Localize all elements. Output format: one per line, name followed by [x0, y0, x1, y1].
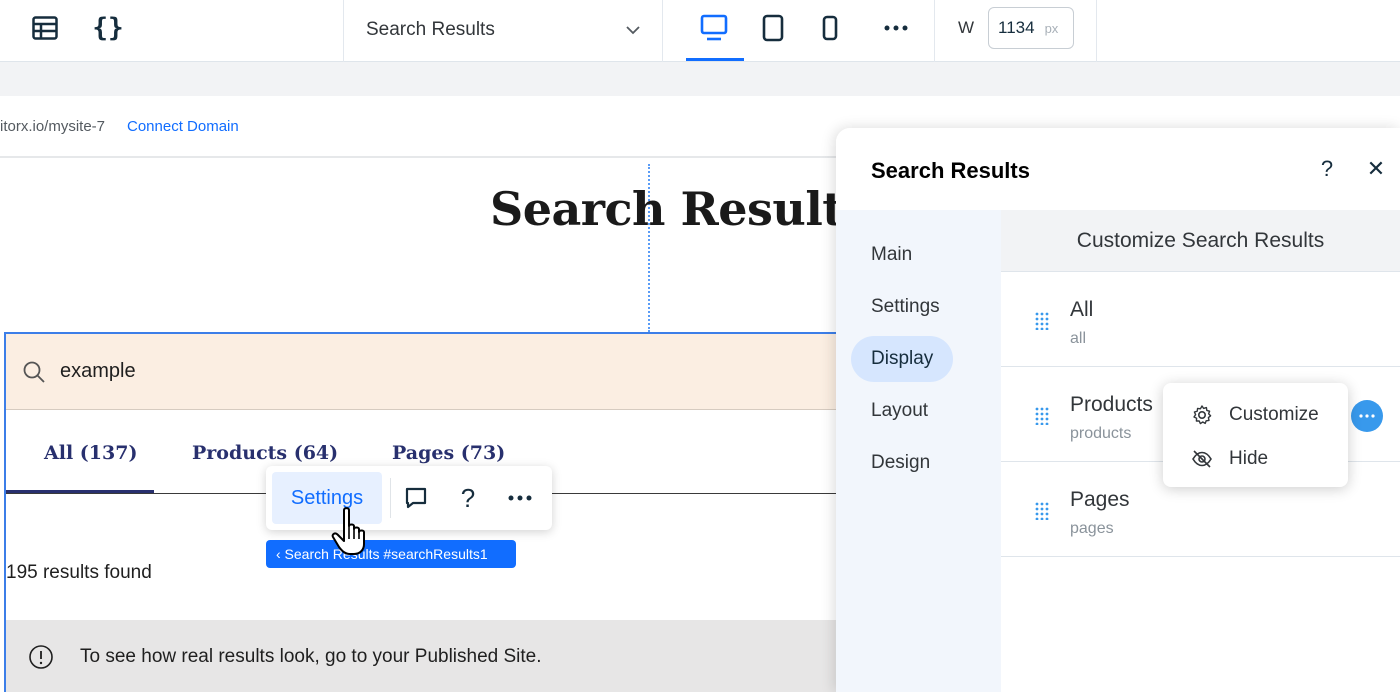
list-item-sub: all: [1070, 330, 1087, 347]
width-value: 1134: [998, 18, 1035, 37]
toolbar-divider: [343, 0, 344, 62]
nav-item-design[interactable]: Design: [851, 440, 953, 486]
help-button[interactable]: ?: [450, 480, 486, 516]
notice-text: To see how real results look, go to your…: [80, 646, 542, 667]
panel-close-button[interactable]: ✕: [1361, 154, 1391, 184]
device-active-indicator: [686, 58, 744, 61]
more-icon: [1359, 414, 1375, 418]
list-item-all[interactable]: All all: [1001, 272, 1400, 367]
eye-off-icon: [1191, 448, 1213, 470]
drag-handle-icon[interactable]: [1035, 502, 1049, 520]
comment-icon[interactable]: [398, 480, 434, 516]
list-item-name: Pages: [1070, 488, 1130, 511]
list-item-sub: pages: [1070, 520, 1114, 537]
page-select-label: Search Results: [366, 19, 495, 40]
nav-item-display[interactable]: Display: [851, 336, 953, 382]
toolbar-divider: [1096, 0, 1097, 62]
drag-handle-icon[interactable]: [1035, 407, 1049, 425]
menu-item-label: Hide: [1229, 448, 1269, 469]
tab-pages[interactable]: Pages (73): [392, 442, 505, 464]
nav-item-main[interactable]: Main: [851, 232, 953, 278]
site-url: itorx.io/mysite-7: [0, 118, 106, 135]
preview-notice: To see how real results look, go to your…: [6, 620, 836, 692]
mobile-icon[interactable]: [812, 10, 848, 46]
toolbar-divider: [934, 0, 935, 62]
table-icon[interactable]: [27, 10, 63, 46]
page-title: Search Results: [490, 182, 869, 236]
action-bar-divider: [390, 478, 391, 518]
list-item-sub: products: [1070, 425, 1132, 442]
panel-header: Search Results ? ✕: [836, 128, 1400, 210]
desktop-icon[interactable]: [696, 10, 732, 46]
width-unit: px: [1044, 20, 1059, 36]
active-tab-underline: [6, 490, 154, 493]
chevron-down-icon: [626, 25, 640, 34]
results-count: 195 results found: [6, 562, 152, 583]
tab-all[interactable]: All (137): [44, 442, 137, 464]
row-context-menu: Customize Hide: [1163, 383, 1348, 487]
tab-products[interactable]: Products (64): [192, 442, 338, 464]
info-icon: [29, 645, 53, 669]
panel-help-button[interactable]: ?: [1312, 154, 1342, 184]
connect-domain-link[interactable]: Connect Domain: [127, 118, 239, 135]
more-icon[interactable]: [502, 480, 538, 516]
list-item-name: Products: [1070, 393, 1153, 416]
code-braces-icon[interactable]: {}: [90, 10, 126, 46]
more-icon[interactable]: [878, 10, 914, 46]
search-input[interactable]: example: [6, 334, 836, 410]
width-input[interactable]: 1134 px: [988, 7, 1074, 49]
row-more-button[interactable]: [1351, 400, 1383, 432]
page-select[interactable]: Search Results: [366, 16, 646, 44]
panel-title: Search Results: [871, 158, 1030, 183]
hand-cursor-icon: [331, 507, 365, 555]
list-item-name: All: [1070, 298, 1094, 321]
menu-item-label: Customize: [1229, 404, 1319, 425]
gear-icon: [1191, 404, 1213, 426]
tablet-icon[interactable]: [755, 10, 791, 46]
menu-item-hide[interactable]: Hide: [1163, 437, 1348, 481]
top-toolbar: {} Search Results W 1134 px: [0, 0, 1400, 62]
search-value: example: [60, 360, 136, 382]
customize-header: Customize Search Results: [1001, 210, 1400, 272]
element-action-bar: Settings ?: [266, 466, 552, 530]
toolbar-divider: [662, 0, 663, 62]
nav-item-settings[interactable]: Settings: [851, 284, 953, 330]
search-icon: [23, 361, 45, 383]
menu-item-customize[interactable]: Customize: [1163, 393, 1348, 437]
drag-handle-icon[interactable]: [1035, 312, 1049, 330]
component-tag[interactable]: ‹ Search Results #searchResults1: [266, 540, 516, 568]
panel-nav: Main Settings Display Layout Design: [836, 210, 1001, 692]
nav-item-layout[interactable]: Layout: [851, 388, 953, 434]
width-label: W: [958, 18, 975, 37]
